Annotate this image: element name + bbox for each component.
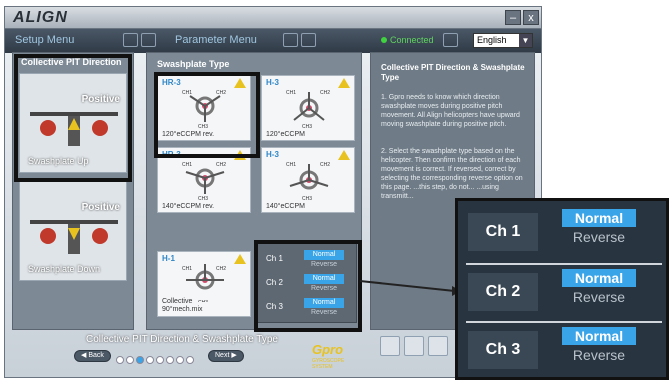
swashplate-footer: 140°eCCPM rev. bbox=[162, 203, 215, 210]
swashplate-footer: Collective 90°mech.mix bbox=[162, 298, 203, 313]
next-label: Next bbox=[215, 352, 230, 359]
servo-label: CH1 bbox=[286, 90, 296, 96]
tool-icon-1[interactable] bbox=[380, 336, 400, 356]
swashplate-highlight-frame bbox=[154, 72, 260, 158]
instruction-step-1: 1. Gpro needs to know which direction sw… bbox=[381, 94, 520, 128]
page-dot[interactable] bbox=[146, 356, 154, 364]
title-bar: ALIGN – x bbox=[5, 7, 541, 29]
zoom-reverse-button[interactable]: Reverse bbox=[562, 289, 636, 305]
language-value: English bbox=[477, 35, 507, 45]
servo-label: CH1 bbox=[286, 162, 296, 168]
swashplate-option[interactable]: H-1 CH1CH2CH3 Collective 90°mech.mix bbox=[157, 251, 251, 317]
swashplate-footer: 140°eCCPM bbox=[266, 203, 305, 210]
helicopter-head-icon bbox=[30, 220, 118, 254]
servo-label: CH3 bbox=[302, 196, 312, 202]
instruction-step-2: 2. Select the swashplate type based on t… bbox=[381, 148, 523, 200]
zoom-channel-row: Ch 3 Normal Reverse bbox=[462, 325, 666, 377]
page-dot[interactable] bbox=[126, 356, 134, 364]
collective-highlight-frame bbox=[14, 54, 132, 182]
warning-icon bbox=[234, 254, 246, 264]
gpro-logo: Gpro bbox=[312, 342, 344, 357]
divider bbox=[466, 263, 662, 265]
instructions-title: Collective PIT Direction & Swashplate Ty… bbox=[381, 63, 525, 82]
servo-label: CH3 bbox=[302, 124, 312, 130]
gpro-tagline: GYROSCOPE SYSTEM bbox=[312, 358, 345, 370]
back-label: Back bbox=[88, 352, 104, 359]
zoom-channel-label: Ch 1 bbox=[468, 213, 538, 251]
zoom-channel-label: Ch 2 bbox=[468, 273, 538, 311]
servo-label: CH2 bbox=[320, 162, 330, 168]
write-icon[interactable] bbox=[301, 33, 316, 47]
swashplate-diagram-icon: CH1CH2CH3 bbox=[182, 264, 226, 302]
parameter-menu-tab[interactable]: Parameter Menu bbox=[175, 34, 257, 46]
next-button[interactable]: Next ▶ bbox=[208, 350, 244, 362]
page-dot[interactable] bbox=[116, 356, 124, 364]
page-title: Collective PIT Direction & Swashplate Ty… bbox=[86, 334, 278, 345]
setup-menu-tab[interactable]: Setup Menu bbox=[15, 34, 74, 46]
zoom-reverse-button[interactable]: Reverse bbox=[562, 229, 636, 245]
servo-label: CH2 bbox=[216, 266, 226, 272]
swashplate-name: H-1 bbox=[162, 254, 175, 263]
help-icon-wrap[interactable] bbox=[443, 33, 465, 49]
help-icon[interactable] bbox=[443, 33, 458, 47]
page-indicator bbox=[116, 351, 196, 369]
swashplate-name: H-3 bbox=[266, 150, 279, 159]
channel-zoom-inset: Ch 1 Normal Reverse Ch 2 Normal Reverse … bbox=[455, 198, 669, 380]
servo-label: CH1 bbox=[182, 266, 192, 272]
swashplate-name: H-3 bbox=[266, 78, 279, 87]
zoom-normal-button[interactable]: Normal bbox=[562, 327, 636, 345]
save-icon[interactable] bbox=[123, 33, 138, 47]
bottom-navigation: Collective PIT Direction & Swashplate Ty… bbox=[12, 332, 362, 370]
channel-highlight-frame bbox=[254, 240, 362, 332]
connection-status: Connected bbox=[381, 35, 434, 45]
load-icon[interactable] bbox=[141, 33, 156, 47]
swashplate-diagram-icon: CH1 CH2 CH3 bbox=[286, 162, 330, 202]
page-dot[interactable] bbox=[166, 356, 174, 364]
servo-label: CH1 bbox=[182, 162, 192, 168]
page-dot[interactable] bbox=[186, 356, 194, 364]
parameter-menu-icons[interactable] bbox=[283, 33, 323, 49]
swashplate-title: Swashplate Type bbox=[157, 59, 230, 69]
minimize-button[interactable]: – bbox=[505, 10, 521, 25]
status-text: Connected bbox=[390, 35, 434, 45]
swashplate-option[interactable]: H-3 CH1 CH2 CH3 140°eCCPM bbox=[261, 147, 355, 213]
zoom-channel-label: Ch 3 bbox=[468, 331, 538, 369]
page-dot-active[interactable] bbox=[136, 356, 144, 364]
warning-icon bbox=[338, 150, 350, 160]
menu-bar: Setup Menu Parameter Menu Connected Engl… bbox=[5, 29, 541, 53]
page-dot[interactable] bbox=[176, 356, 184, 364]
zoom-channel-row: Ch 1 Normal Reverse bbox=[462, 207, 666, 259]
swashplate-diagram-icon: CH1 CH2 CH3 bbox=[182, 162, 226, 202]
zoom-channel-row: Ch 2 Normal Reverse bbox=[462, 267, 666, 319]
zoom-normal-button[interactable]: Normal bbox=[562, 209, 636, 227]
tool-icon-3[interactable] bbox=[428, 336, 448, 356]
back-button[interactable]: ◀ Back bbox=[74, 350, 111, 362]
swashplate-footer: 120°eCCPM bbox=[266, 131, 305, 138]
pit-option-down[interactable]: Positive Swashplate Down bbox=[19, 181, 127, 281]
servo-label: CH3 bbox=[198, 196, 208, 202]
status-dot-icon bbox=[381, 37, 387, 43]
tool-icon-2[interactable] bbox=[404, 336, 424, 356]
chevron-down-icon[interactable]: ▼ bbox=[519, 34, 532, 47]
bottom-tool-icons bbox=[380, 336, 452, 361]
servo-label: CH2 bbox=[216, 162, 226, 168]
zoom-normal-button[interactable]: Normal bbox=[562, 269, 636, 287]
page-dot[interactable] bbox=[156, 356, 164, 364]
warning-icon bbox=[338, 78, 350, 88]
setup-menu-icons[interactable] bbox=[123, 33, 163, 49]
app-logo: ALIGN bbox=[13, 9, 68, 26]
pit-option-caption: Swashplate Down bbox=[28, 264, 101, 274]
servo-label: CH2 bbox=[320, 90, 330, 96]
close-button[interactable]: x bbox=[523, 10, 539, 25]
divider bbox=[466, 321, 662, 323]
language-select[interactable]: English ▼ bbox=[473, 33, 533, 48]
read-icon[interactable] bbox=[283, 33, 298, 47]
swashplate-diagram-icon: CH1 CH2 CH3 bbox=[286, 90, 330, 130]
swashplate-option[interactable]: H-3 CH1 CH2 CH3 120°eCCPM bbox=[261, 75, 355, 141]
zoom-reverse-button[interactable]: Reverse bbox=[562, 347, 636, 363]
